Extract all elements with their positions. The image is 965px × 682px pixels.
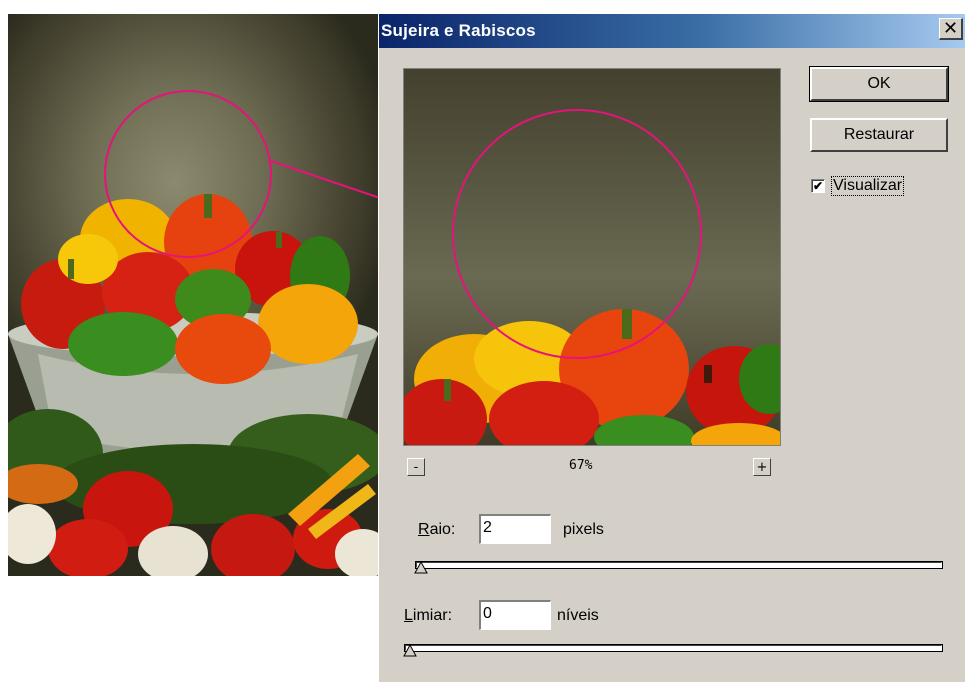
radius-slider[interactable] — [415, 561, 943, 569]
preview-label: Visualizar — [831, 176, 905, 196]
radius-unit: pixels — [563, 521, 604, 538]
threshold-unit: níveis — [557, 607, 599, 624]
radius-label-accel: R — [418, 521, 430, 538]
source-photo — [8, 14, 378, 576]
window-title: Sujeira e Rabiscos — [381, 21, 536, 40]
radius-label-text: aio: — [429, 521, 456, 538]
restore-button[interactable]: Restaurar — [810, 118, 948, 152]
threshold-label-accel: L — [404, 607, 413, 624]
radius-slider-thumb[interactable] — [413, 560, 429, 574]
plus-icon: + — [756, 459, 768, 475]
radius-input[interactable]: 2 — [479, 514, 551, 544]
zoom-level: 67% — [569, 458, 593, 473]
filter-preview[interactable] — [403, 68, 781, 446]
threshold-input[interactable]: 0 — [479, 600, 551, 630]
close-button[interactable]: ✕ — [939, 18, 963, 40]
minus-icon: - — [413, 459, 419, 475]
threshold-label: Limiar: — [404, 607, 452, 625]
preview-toggle[interactable]: ✔ Visualizar — [811, 176, 905, 196]
zoom-in-button[interactable]: + — [753, 458, 771, 476]
radius-label: Raio: — [418, 521, 455, 539]
threshold-slider[interactable] — [404, 644, 943, 652]
title-bar[interactable]: Sujeira e Rabiscos — [379, 14, 965, 48]
close-icon: ✕ — [942, 17, 959, 39]
ok-button[interactable]: OK — [809, 66, 949, 102]
threshold-slider-thumb[interactable] — [402, 643, 418, 657]
preview-checkbox[interactable]: ✔ — [811, 179, 825, 193]
threshold-label-text: imiar: — [412, 607, 453, 624]
dust-and-scratches-dialog: Sujeira e Rabiscos ✕ - 67% + OK Restaura… — [378, 14, 965, 682]
zoom-out-button[interactable]: - — [407, 458, 425, 476]
